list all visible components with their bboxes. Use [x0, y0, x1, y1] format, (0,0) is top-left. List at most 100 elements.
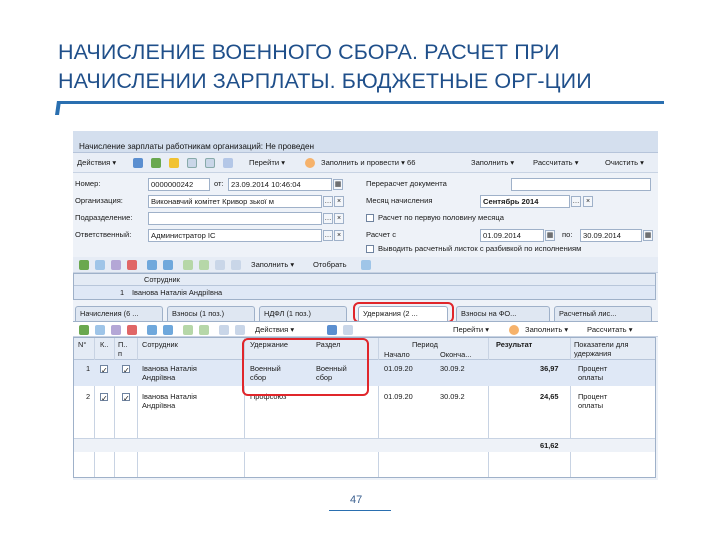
print-icon[interactable] — [205, 158, 215, 168]
number-label: Номер: — [75, 179, 101, 188]
organization-select-button[interactable]: … — [323, 196, 333, 207]
copy-deduction-icon[interactable] — [95, 325, 105, 335]
deductions-col-employee: Сотрудник — [142, 340, 178, 349]
columns-icon[interactable] — [231, 260, 241, 270]
calculate-menu[interactable]: Рассчитать ▾ — [533, 157, 579, 169]
actions-menu[interactable]: Действия ▾ — [77, 157, 116, 169]
deductions-actions-menu[interactable]: Действия ▾ — [255, 324, 294, 336]
department-field[interactable] — [148, 212, 322, 225]
move-up-icon[interactable] — [147, 260, 157, 270]
number-field[interactable]: 0000000242 — [148, 178, 210, 191]
responsible-select-button[interactable]: … — [323, 230, 333, 241]
sort-desc-icon[interactable] — [199, 260, 209, 270]
copy-employee-icon[interactable] — [95, 260, 105, 270]
separate-sheet-checkbox[interactable] — [366, 245, 374, 253]
organization-clear-button[interactable]: × — [334, 196, 344, 207]
post-icon[interactable] — [151, 158, 161, 168]
deductions-col-end: Оконча... — [440, 350, 472, 359]
folder-icon[interactable] — [169, 158, 179, 168]
move-down-icon[interactable] — [163, 260, 173, 270]
add-deduction-icon[interactable] — [79, 325, 89, 335]
employees-fill-menu[interactable]: Заполнить ▾ — [251, 259, 294, 271]
help-icon[interactable] — [305, 158, 315, 168]
half-month-label: Расчет по первую половину месяца — [378, 213, 504, 222]
deductions-help-icon[interactable] — [509, 325, 519, 335]
deductions-toolbar: Действия ▾ Перейти ▾ Заполнить ▾ Рассчит… — [73, 321, 658, 337]
deductions-fill-menu[interactable]: Заполнить ▾ — [525, 324, 568, 336]
fill-and-post-button[interactable]: Заполнить и провести ▾ 66 — [321, 157, 415, 169]
tab-fund-contributions[interactable]: Взносы на ФО... — [456, 306, 550, 321]
delete-employee-icon[interactable] — [127, 260, 137, 270]
goto-menu[interactable]: Перейти ▾ — [249, 157, 285, 169]
sort-asc-icon[interactable] — [183, 260, 193, 270]
employees-select-button[interactable]: Отобрать — [313, 259, 347, 271]
deductions-save-icon[interactable] — [327, 325, 337, 335]
calc-from-calendar-icon[interactable]: ▦ — [545, 230, 555, 241]
deductions-total: 61,62 — [540, 441, 559, 450]
deductions-search-icon[interactable] — [343, 325, 353, 335]
employees-col-employee: Сотрудник — [144, 275, 180, 284]
search-icon[interactable] — [361, 260, 371, 270]
edit-deduction-icon[interactable] — [111, 325, 121, 335]
month-field[interactable]: Сентябрь 2014 — [480, 195, 570, 208]
filter-icon[interactable] — [215, 260, 225, 270]
organization-field[interactable]: Виконавчий комітет Кривор зької м — [148, 195, 322, 208]
deduction-row-checkbox-k[interactable]: ✓ — [100, 365, 108, 375]
deductions-col-result: Результат — [496, 340, 533, 349]
title-underline — [58, 101, 664, 104]
month-clear-button[interactable]: × — [583, 196, 593, 207]
deduction-row-indicator-2: оплаты — [578, 401, 604, 410]
calendar-icon[interactable]: ▦ — [333, 179, 343, 190]
recalc-field[interactable] — [511, 178, 651, 191]
calc-to-field[interactable]: 30.09.2014 — [580, 229, 642, 242]
deduction-row-checkbox-k[interactable]: ✓ — [100, 393, 108, 403]
date-field[interactable]: 23.09.2014 10:46:04 — [228, 178, 332, 191]
deduction-row-end: 30.09.2 — [440, 392, 465, 401]
clear-menu[interactable]: Очистить ▾ — [605, 157, 644, 169]
slide-title-line-1: НАЧИСЛЕНИЕ ВОЕННОГО СБОРА. РАСЧЕТ ПРИ — [58, 40, 560, 64]
deduction-sort-asc-icon[interactable] — [183, 325, 193, 335]
fill-menu[interactable]: Заполнить ▾ — [471, 157, 514, 169]
delete-deduction-icon[interactable] — [127, 325, 137, 335]
deduction-columns-icon[interactable] — [235, 325, 245, 335]
deduction-filter-icon[interactable] — [219, 325, 229, 335]
edit-employee-icon[interactable] — [111, 260, 121, 270]
half-month-checkbox[interactable] — [366, 214, 374, 222]
department-label: Подразделение: — [75, 213, 133, 222]
responsible-field[interactable]: Администратор ІС — [148, 229, 322, 242]
employee-row-name: Іванова Наталія Андріївна — [132, 288, 223, 297]
organization-label: Организация: — [75, 196, 123, 205]
title-underline-hook — [55, 101, 61, 115]
window-titlebar: Начисление зарплаты работникам организац… — [73, 131, 658, 153]
main-toolbar: Действия ▾ Перейти ▾ Заполнить и провест… — [73, 153, 658, 173]
employees-grid-header: Сотрудник — [74, 274, 655, 286]
calc-to-calendar-icon[interactable]: ▦ — [643, 230, 653, 241]
tab-payslip[interactable]: Расчетный лис... — [554, 306, 652, 321]
responsible-clear-button[interactable]: × — [334, 230, 344, 241]
tab-contributions[interactable]: Взносы (1 поз.) — [167, 306, 255, 321]
responsible-label: Ответственный: — [75, 230, 132, 239]
deduction-row-start: 01.09.20 — [384, 392, 413, 401]
calc-from-field[interactable]: 01.09.2014 — [480, 229, 544, 242]
month-select-button[interactable]: … — [571, 196, 581, 207]
deduction-up-icon[interactable] — [147, 325, 157, 335]
save-icon[interactable] — [133, 158, 143, 168]
department-clear-button[interactable]: × — [334, 213, 344, 224]
deductions-calculate-menu[interactable]: Рассчитать ▾ — [587, 324, 633, 336]
deduction-row-checkbox-p[interactable]: ✓ — [122, 365, 130, 375]
department-select-button[interactable]: … — [323, 213, 333, 224]
table-row[interactable]: 1 Іванова Наталія Андріївна — [74, 286, 655, 299]
tab-accruals[interactable]: Начисления (6 ... — [75, 306, 163, 321]
tab-income-tax[interactable]: НДФЛ (1 поз.) — [259, 306, 347, 321]
deduction-down-icon[interactable] — [163, 325, 173, 335]
deduction-row-checkbox-p[interactable]: ✓ — [122, 393, 130, 403]
copy-icon[interactable] — [187, 158, 197, 168]
deduction-row-indicator-1: Процент — [578, 392, 608, 401]
deduction-sort-desc-icon[interactable] — [199, 325, 209, 335]
deduction-row-num: 2 — [86, 392, 91, 401]
deduction-row-result: 24,65 — [540, 392, 559, 401]
deductions-goto-menu[interactable]: Перейти ▾ — [453, 324, 489, 336]
structure-icon[interactable] — [223, 158, 233, 168]
page-number-underline — [329, 510, 391, 511]
add-employee-icon[interactable] — [79, 260, 89, 270]
